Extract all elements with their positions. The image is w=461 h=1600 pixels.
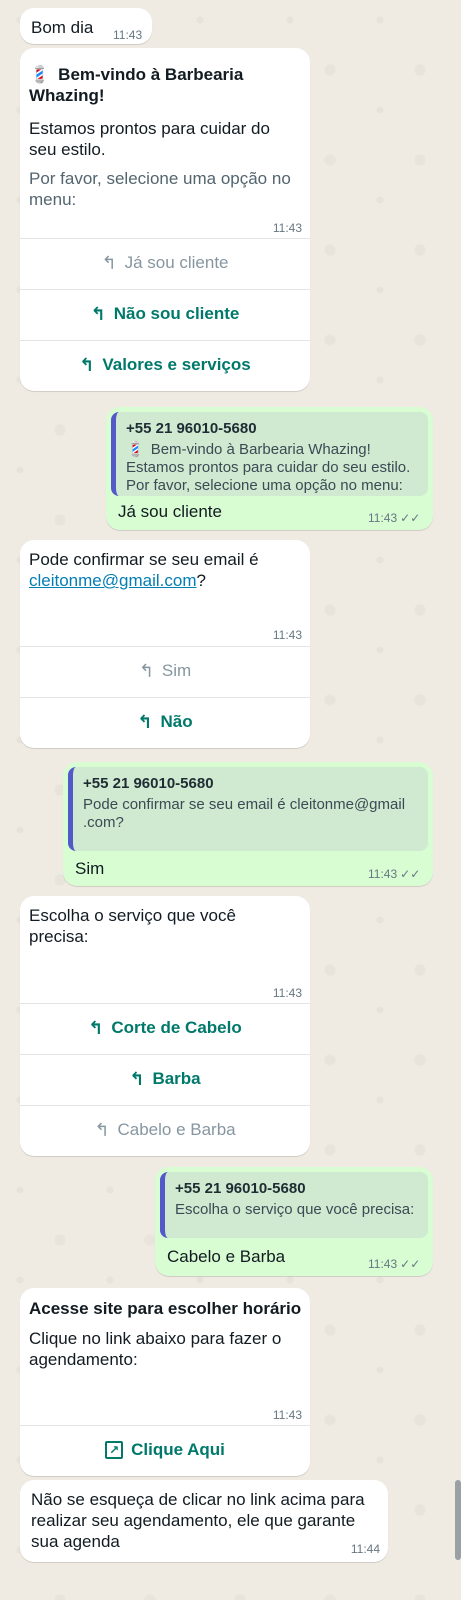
- time-value: 11:43: [368, 511, 398, 525]
- confirm-email-prefix: Pode confirmar se seu email é: [29, 550, 259, 569]
- quoted-line1-text: Bem-vindo à Barbearia Whazing!: [150, 441, 371, 458]
- confirm-email-suffix: ?: [196, 571, 206, 590]
- quoted-sender: +55 21 96010-5680: [126, 420, 257, 437]
- reply-icon: ↰: [88, 1017, 104, 1038]
- time-value: 11:43: [368, 867, 398, 881]
- button-corte-de-cabelo[interactable]: ↰ Corte de Cabelo: [20, 1003, 310, 1053]
- double-check-icon: ✓✓: [400, 867, 421, 881]
- reply-sim[interactable]: +55 21 96010-5680 Pode confirmar se seu …: [63, 762, 433, 886]
- message-time: 11:43 ✓✓: [368, 867, 420, 881]
- quoted-message[interactable]: +55 21 96010-5680 Escolha o serviço que …: [160, 1172, 428, 1238]
- reply-icon: ↰: [94, 1119, 110, 1140]
- button-ja-sou-cliente[interactable]: ↰ Já sou cliente: [20, 238, 310, 288]
- scrollbar[interactable]: [455, 1480, 461, 1560]
- message-schedule[interactable]: Acesse site para escolher horário Clique…: [20, 1288, 310, 1476]
- message-reminder[interactable]: Não se esqueça de clicar no link acima p…: [20, 1480, 388, 1562]
- welcome-title-text: Bem-vindo à Barbearia Whazing!: [29, 65, 244, 105]
- button-sim[interactable]: ↰ Sim: [20, 646, 310, 696]
- button-valores-e-servicos[interactable]: ↰ Valores e serviços: [20, 340, 310, 390]
- message-time: 11:43 ✓✓: [368, 511, 420, 525]
- message-bom-dia[interactable]: Bom dia 11:43: [20, 8, 152, 44]
- message-time: 11:43 ✓✓: [368, 1257, 420, 1271]
- message-text: Bom dia: [31, 18, 94, 37]
- reply-icon: ↰: [90, 303, 106, 324]
- button-label: Corte de Cabelo: [111, 1018, 242, 1037]
- button-barba[interactable]: ↰ Barba: [20, 1054, 310, 1104]
- quoted-line3: Por favor, selecione uma opção no menu:: [126, 477, 403, 494]
- quoted-line2: .com?: [83, 814, 124, 831]
- email-link[interactable]: cleitonme@gmail.com: [29, 571, 196, 590]
- confirm-email-text: Pode confirmar se seu email é cleitonme@…: [29, 549, 299, 591]
- message-time: 11:43: [113, 28, 143, 42]
- message-time: 11:43: [272, 628, 302, 642]
- button-label: Valores e serviços: [102, 355, 251, 374]
- button-cabelo-e-barba[interactable]: ↰ Cabelo e Barba: [20, 1105, 310, 1155]
- barber-pole-icon: 💈: [29, 65, 51, 84]
- reply-icon: ↰: [101, 252, 117, 273]
- button-label: Cabelo e Barba: [117, 1120, 236, 1139]
- button-label: Barba: [152, 1069, 201, 1088]
- message-time: 11:43: [272, 1408, 302, 1422]
- button-label: Já sou cliente: [124, 253, 229, 272]
- quoted-message[interactable]: +55 21 96010-5680 Pode confirmar se seu …: [68, 767, 428, 851]
- barber-pole-icon: 💈: [126, 441, 145, 458]
- reply-text: Sim: [75, 859, 105, 878]
- reminder-text: Não se esqueça de clicar no link acima p…: [31, 1490, 365, 1551]
- external-link-icon: ↗: [105, 1441, 124, 1459]
- quoted-line1: Escolha o serviço que você precisa:: [175, 1201, 415, 1218]
- message-time: 11:43: [272, 986, 302, 1000]
- reply-cabelo-e-barba[interactable]: +55 21 96010-5680 Escolha o serviço que …: [155, 1167, 433, 1276]
- quoted-line1: Pode confirmar se seu email é cleitonme@…: [83, 796, 406, 813]
- quoted-sender: +55 21 96010-5680: [175, 1180, 306, 1197]
- quoted-line1: 💈 Bem-vindo à Barbearia Whazing!: [126, 441, 418, 459]
- reply-icon: ↰: [129, 1068, 145, 1089]
- button-label: Não: [160, 712, 193, 731]
- schedule-title: Acesse site para escolher horário: [29, 1299, 302, 1318]
- quoted-line2: Estamos prontos para cuidar do seu estil…: [126, 459, 411, 476]
- quoted-sender: +55 21 96010-5680: [83, 775, 214, 792]
- button-label: Sim: [161, 661, 192, 680]
- button-label: Clique Aqui: [131, 1440, 225, 1459]
- button-label: Não sou cliente: [113, 304, 240, 323]
- time-value: 11:43: [368, 1257, 398, 1271]
- reply-text: Já sou cliente: [118, 502, 222, 521]
- button-clique-aqui[interactable]: ↗ Clique Aqui: [20, 1425, 310, 1475]
- message-choose-service[interactable]: Escolha o serviço que você precisa: 11:4…: [20, 896, 310, 1156]
- choose-service-text: Escolha o serviço que você precisa:: [29, 906, 236, 946]
- button-nao[interactable]: ↰ Não: [20, 697, 310, 747]
- welcome-line2: Por favor, selecione uma opção no menu:: [29, 169, 291, 209]
- reply-icon: ↰: [137, 711, 153, 732]
- welcome-line1: Estamos prontos para cuidar do seu estil…: [29, 119, 270, 159]
- reply-icon: ↰: [79, 354, 95, 375]
- welcome-title: 💈 Bem-vindo à Barbearia Whazing!: [29, 64, 299, 106]
- double-check-icon: ✓✓: [400, 511, 421, 525]
- reply-icon: ↰: [138, 660, 154, 681]
- reply-ja-sou-cliente[interactable]: +55 21 96010-5680 💈 Bem-vindo à Barbearia…: [106, 407, 433, 530]
- message-time: 11:44: [350, 1542, 380, 1556]
- quoted-message[interactable]: +55 21 96010-5680 💈 Bem-vindo à Barbearia…: [111, 412, 428, 496]
- double-check-icon: ✓✓: [400, 1257, 421, 1271]
- message-welcome[interactable]: 💈 Bem-vindo à Barbearia Whazing! Estamos …: [20, 48, 310, 391]
- schedule-text: Clique no link abaixo para fazer o agend…: [29, 1329, 282, 1369]
- button-nao-sou-cliente[interactable]: ↰ Não sou cliente: [20, 289, 310, 339]
- message-confirm-email[interactable]: Pode confirmar se seu email é cleitonme@…: [20, 540, 310, 748]
- message-time: 11:43: [272, 221, 302, 235]
- reply-text: Cabelo e Barba: [167, 1247, 286, 1266]
